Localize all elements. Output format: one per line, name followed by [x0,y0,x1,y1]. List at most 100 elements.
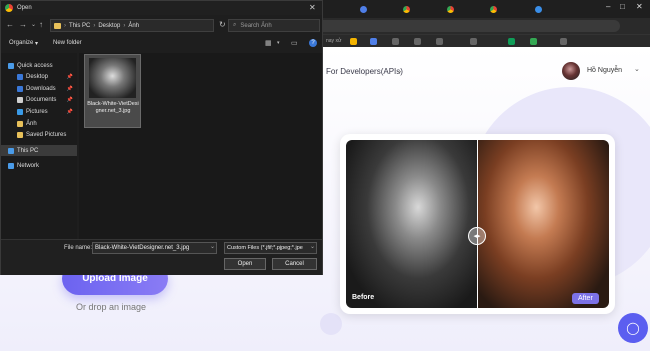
nav-anh[interactable]: Ảnh [1,118,77,129]
network-icon [8,162,14,169]
url-bar[interactable] [300,20,620,32]
star-icon [8,62,14,69]
close-window-icon[interactable]: ✕ [636,2,643,11]
computer-icon [8,147,14,154]
dialog-toolbar: Organize ▾ New folder ▦ ▾ ▭ ? [1,35,322,51]
avatar[interactable] [562,62,580,80]
chat-icon[interactable]: ◯ [618,313,648,343]
maximize-icon[interactable]: □ [620,2,625,11]
breadcrumb-item[interactable]: Desktop [98,23,120,29]
pin-icon: 📌 [66,73,73,80]
pin-icon: 📌 [66,108,73,115]
download-icon [17,85,23,92]
compare-slider-handle[interactable]: ◂▸ [468,227,486,245]
chrome-icon [5,4,13,12]
open-button[interactable]: Open [224,258,266,270]
navigation-row: ← → ⌄ ↑ › This PC › Desktop › Ảnh ⌄ ↻ ⌕ … [1,15,322,35]
browser-tab[interactable] [535,3,542,16]
folder-icon [54,22,61,29]
bookmark-icon[interactable] [470,38,477,45]
before-after-card: ◂▸ Before After [340,134,615,314]
nav-label: Documents [26,96,57,103]
open-dialog: Open ✕ ← → ⌄ ↑ › This PC › Desktop › Ảnh… [0,0,323,275]
folder-icon [17,131,23,138]
bookmark-icon[interactable] [370,38,377,45]
nav-label: This PC [17,147,39,154]
browser-tab[interactable] [360,3,367,16]
bookmark-icon[interactable] [414,38,421,45]
bookmark-icon[interactable] [508,38,515,45]
file-type-select[interactable]: Custom Files (*.jfif;*.pjpeg;*.jpe [224,242,317,254]
back-arrow-icon[interactable]: ← [6,20,14,29]
drop-hint: Or drop an image [76,302,147,312]
nav-documents[interactable]: Documents 📌 [1,94,77,105]
after-label: After [572,293,599,304]
chevron-down-icon[interactable]: ▾ [277,40,280,46]
after-image [477,140,609,308]
pin-icon: 📌 [66,96,73,103]
browser-tab[interactable] [403,3,410,16]
browser-tab[interactable] [447,3,454,16]
nav-label: Pictures [26,108,48,115]
view-options-icon[interactable]: ▦ [265,39,272,47]
bookmark-icon[interactable] [436,38,443,45]
file-name-field[interactable]: Black-White-VietDesigner.net_3.jpg [92,242,217,254]
help-icon[interactable]: ? [309,39,317,47]
bookmark-label[interactable]: nay xử [326,38,341,44]
developers-link[interactable]: For Developers(APIs) [326,67,403,76]
dialog-title: Open [17,5,32,11]
cancel-button[interactable]: Cancel [272,258,317,270]
folder-icon [17,120,23,127]
document-icon [17,96,23,103]
minimize-icon[interactable]: – [606,2,610,11]
chevron-down-icon[interactable]: ⌄ [634,65,640,73]
nav-saved-pictures[interactable]: Saved Pictures [1,129,77,140]
file-list: Black-White-VietDesigner.net_3.jpg [79,53,322,239]
nav-pictures[interactable]: Pictures 📌 [1,106,77,117]
nav-label: Downloads [26,85,56,92]
nav-desktop[interactable]: Desktop 📌 [1,71,77,82]
refresh-icon[interactable]: ↻ [219,20,226,29]
chevron-down-icon[interactable]: ⌄ [396,66,403,75]
address-bar[interactable]: › This PC › Desktop › Ảnh ⌄ [50,19,261,32]
desktop-icon [17,73,23,80]
new-folder-button[interactable]: New folder [53,40,82,46]
close-icon[interactable]: ✕ [309,3,316,12]
user-name[interactable]: Hồ Nguyễn [587,67,622,74]
nav-label: Saved Pictures [26,131,67,138]
nav-downloads[interactable]: Downloads 📌 [1,83,77,94]
forward-arrow-icon[interactable]: → [19,20,27,29]
file-name-label: File name: [64,245,93,251]
chevron-down-icon[interactable]: ⌄ [210,243,215,250]
file-name: Black-White-VietDesigner.net_3.jpg [87,101,139,114]
browser-tab[interactable] [490,3,497,16]
chevron-down-icon[interactable]: ⌄ [31,21,36,28]
breadcrumb-item[interactable]: Ảnh [128,23,139,29]
search-input[interactable]: ⌕ Search Ảnh [228,19,320,32]
chevron-down-icon[interactable]: ▾ [35,40,38,47]
nav-label: Ảnh [26,120,37,127]
up-arrow-icon[interactable]: ↑ [39,20,43,29]
chevron-down-icon[interactable]: ⌄ [310,243,315,250]
organize-menu[interactable]: Organize [9,40,33,46]
bookmark-icon[interactable] [530,38,537,45]
file-item[interactable]: Black-White-VietDesigner.net_3.jpg [84,54,141,128]
nav-network[interactable]: Network [1,160,77,171]
preview-pane-icon[interactable]: ▭ [291,39,298,47]
bookmark-icon[interactable] [560,38,567,45]
bookmark-icon[interactable] [350,38,357,45]
nav-this-pc[interactable]: This PC [1,145,77,156]
navigation-pane: Quick access Desktop 📌 Downloads 📌 Docum… [1,53,77,239]
breadcrumb-item[interactable]: This PC [69,23,90,29]
nav-label: Network [17,162,40,169]
search-icon: ⌕ [233,22,237,28]
dialog-titlebar: Open ✕ [1,1,322,15]
bookmark-icon[interactable] [392,38,399,45]
nav-quick-access[interactable]: Quick access [1,60,77,71]
pin-icon: 📌 [66,85,73,92]
before-label: Before [352,294,375,301]
nav-label: Quick access [17,62,53,69]
pictures-icon [17,108,23,115]
image-thumbnail [89,58,136,98]
compare-divider [477,140,478,308]
